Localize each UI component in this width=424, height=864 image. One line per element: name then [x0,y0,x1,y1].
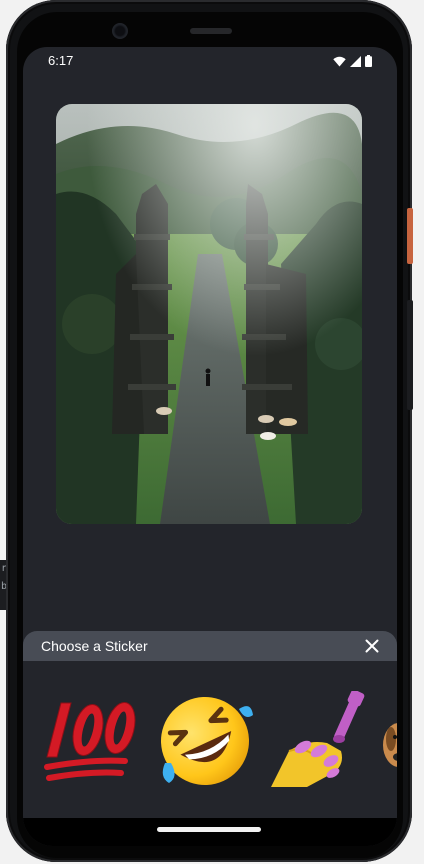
hundred-points-icon [44,702,136,781]
sticker-nail-polish[interactable] [267,691,367,791]
front-camera-icon [112,23,128,39]
home-gesture-bar[interactable] [157,827,261,832]
volume-button[interactable] [407,300,413,410]
photo-illustration [56,104,362,524]
battery-icon [365,55,372,67]
nail-polish-icon [271,691,365,787]
status-icons [333,55,372,67]
sticker-dog-face[interactable] [381,691,397,791]
sticker-rolling-laughing[interactable] [155,691,255,791]
temple-gate-photo[interactable] [56,104,362,524]
navigation-bar [23,818,397,846]
status-time: 6:17 [48,53,74,68]
dog-face-icon [383,723,397,767]
sticker-hundred-points[interactable] [41,691,141,791]
sticker-picker-title: Choose a Sticker [41,638,148,654]
close-button[interactable] [361,635,383,657]
sticker-picker: Choose a Sticker [23,631,397,818]
sticker-list [23,661,397,818]
power-button[interactable] [407,208,413,264]
close-icon [365,639,379,653]
wifi-icon [333,56,346,67]
emulator-stage: r b 6:17 Choose a Sticker [0,0,424,864]
earpiece-speaker [190,28,232,34]
rolling-laughing-icon [161,697,253,785]
device-screen: 6:17 Choose a Sticker [23,47,397,846]
status-bar: 6:17 [23,47,397,75]
sticker-picker-header: Choose a Sticker [23,631,397,661]
cell-signal-icon [350,55,361,67]
